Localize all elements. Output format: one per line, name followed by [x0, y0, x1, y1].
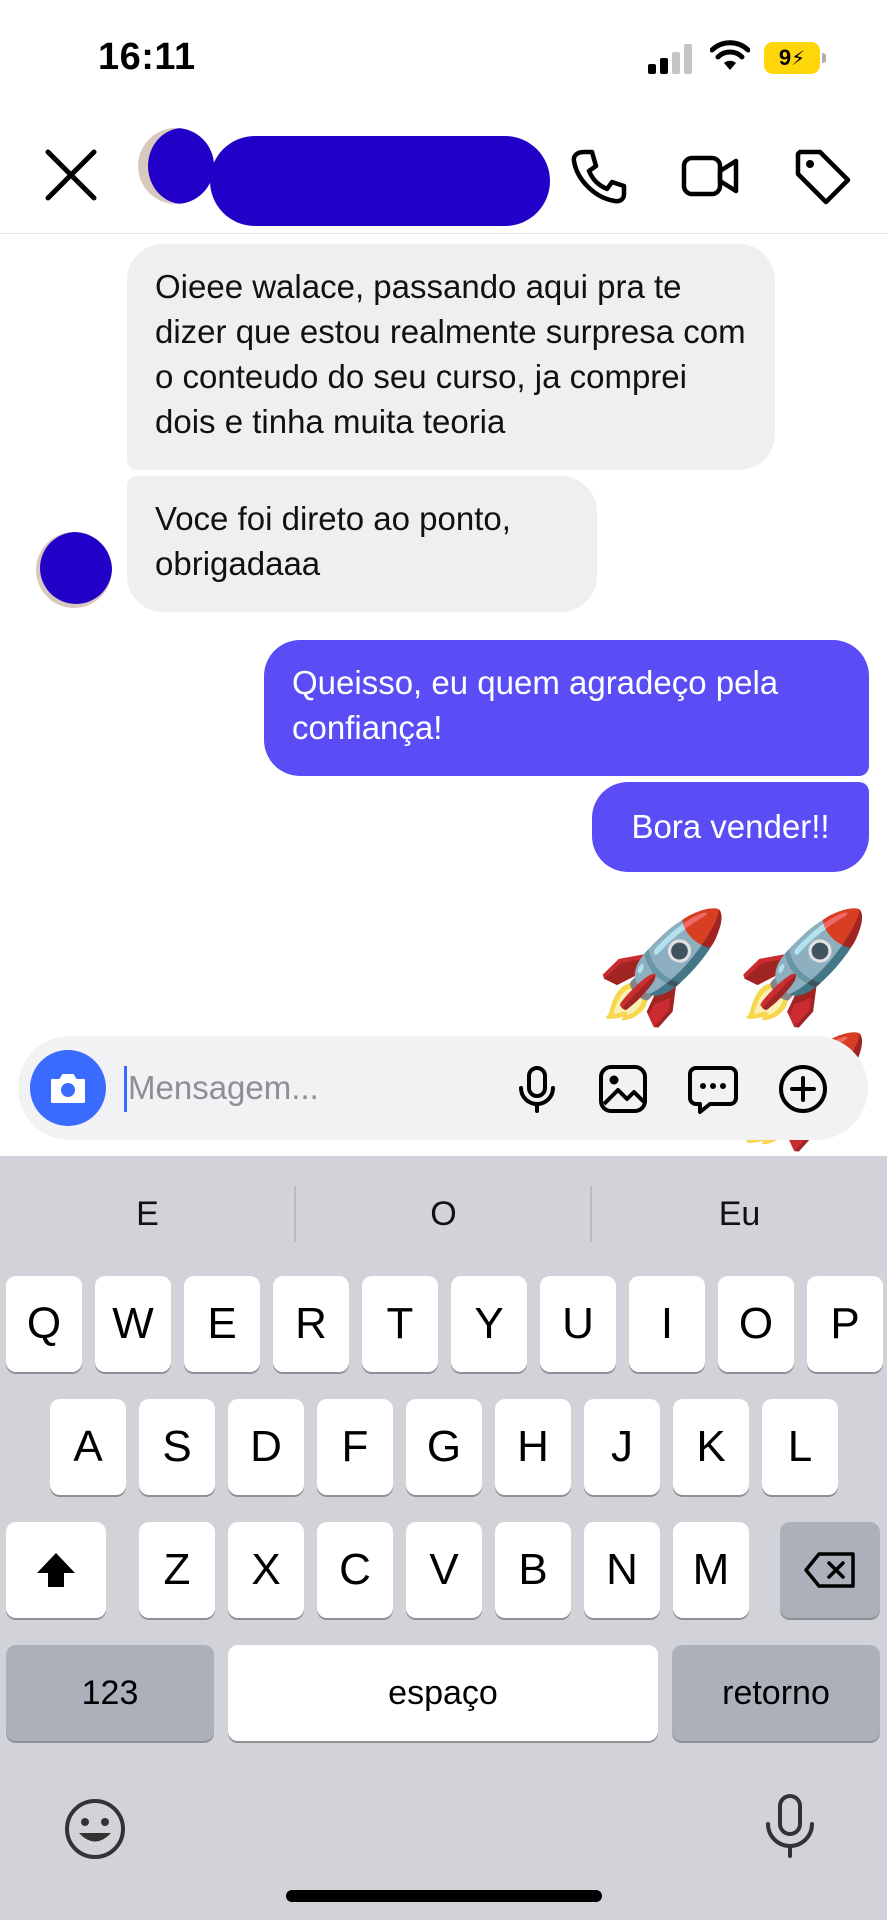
text-caret [124, 1066, 127, 1112]
key-w[interactable]: W [95, 1276, 171, 1372]
outgoing-message[interactable]: Bora vender!! [592, 782, 869, 872]
key-n[interactable]: N [584, 1522, 660, 1618]
key-p[interactable]: P [807, 1276, 883, 1372]
backspace-icon [804, 1552, 855, 1588]
status-bar: 16:11 9 ⚡ [0, 0, 887, 120]
status-time: 16:11 [98, 36, 196, 78]
chat-bubble-icon[interactable] [686, 1062, 740, 1116]
key-c[interactable]: C [317, 1522, 393, 1618]
key-u[interactable]: U [540, 1276, 616, 1372]
key-y[interactable]: Y [451, 1276, 527, 1372]
incoming-message[interactable]: Voce foi direto ao ponto, obrigadaaa [127, 476, 597, 612]
cellular-signal-icon [648, 44, 692, 74]
key-o[interactable]: O [718, 1276, 794, 1372]
home-indicator[interactable] [286, 1890, 602, 1902]
sender-avatar[interactable] [36, 532, 112, 608]
key-k[interactable]: K [673, 1399, 749, 1495]
suggestion-item[interactable]: E [0, 1186, 295, 1242]
key-e[interactable]: E [184, 1276, 260, 1372]
backspace-key[interactable] [780, 1522, 880, 1618]
wifi-icon [710, 40, 750, 70]
key-f[interactable]: F [317, 1399, 393, 1495]
space-key[interactable]: espaço [228, 1645, 658, 1741]
tag-icon[interactable] [790, 144, 854, 208]
return-key[interactable]: retorno [672, 1645, 880, 1741]
shift-icon [37, 1553, 75, 1587]
key-q[interactable]: Q [6, 1276, 82, 1372]
key-s[interactable]: S [139, 1399, 215, 1495]
message-composer [18, 1036, 868, 1140]
battery-icon: 9 ⚡ [764, 42, 826, 74]
key-r[interactable]: R [273, 1276, 349, 1372]
emoji-icon[interactable] [62, 1796, 128, 1862]
key-z[interactable]: Z [139, 1522, 215, 1618]
key-i[interactable]: I [629, 1276, 705, 1372]
contact-avatar[interactable] [138, 128, 214, 204]
key-a[interactable]: A [50, 1399, 126, 1495]
add-circle-icon[interactable] [776, 1062, 830, 1116]
numbers-key[interactable]: 123 [6, 1645, 214, 1741]
shift-key[interactable] [6, 1522, 106, 1618]
key-h[interactable]: H [495, 1399, 571, 1495]
key-j[interactable]: J [584, 1399, 660, 1495]
key-v[interactable]: V [406, 1522, 482, 1618]
message-input[interactable] [128, 1058, 508, 1118]
close-icon[interactable] [40, 144, 102, 206]
microphone-icon[interactable] [510, 1062, 564, 1116]
suggestion-bar: E O Eu [0, 1156, 887, 1272]
rocket-emoji-message[interactable]: 🚀🚀🚀 [486, 906, 876, 1154]
key-m[interactable]: M [673, 1522, 749, 1618]
contact-name-redacted[interactable] [210, 136, 550, 226]
key-b[interactable]: B [495, 1522, 571, 1618]
incoming-message[interactable]: Oieee walace, passando aqui pra te dizer… [127, 244, 775, 470]
phone-call-icon[interactable] [566, 144, 630, 208]
key-l[interactable]: L [762, 1399, 838, 1495]
key-x[interactable]: X [228, 1522, 304, 1618]
gallery-icon[interactable] [596, 1062, 650, 1116]
suggestion-item[interactable]: O [296, 1186, 591, 1242]
suggestion-item[interactable]: Eu [592, 1186, 887, 1242]
key-t[interactable]: T [362, 1276, 438, 1372]
video-call-icon[interactable] [678, 144, 742, 208]
camera-icon [51, 1074, 85, 1103]
chat-header [0, 120, 887, 234]
battery-level: 9 [778, 45, 792, 70]
camera-button[interactable] [30, 1050, 106, 1126]
key-g[interactable]: G [406, 1399, 482, 1495]
key-d[interactable]: D [228, 1399, 304, 1495]
outgoing-message[interactable]: Queisso, eu quem agradeço pela confiança… [264, 640, 869, 776]
dictation-microphone-icon[interactable] [760, 1792, 820, 1864]
